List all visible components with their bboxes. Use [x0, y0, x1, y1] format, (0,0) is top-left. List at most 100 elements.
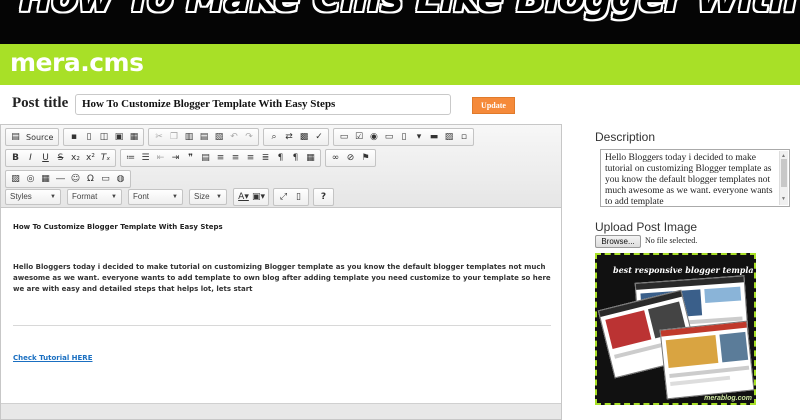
scroll-thumb[interactable] — [781, 159, 787, 187]
replace-icon[interactable]: ⇄ — [282, 131, 295, 144]
link-icon[interactable]: ∞ — [329, 152, 342, 165]
anchor-icon[interactable]: ⚑ — [359, 152, 372, 165]
remove-format-icon[interactable]: Tₓ — [99, 152, 112, 165]
div-icon[interactable]: ▤ — [199, 152, 212, 165]
chevron-down-icon: ▼ — [216, 194, 222, 200]
superscript-icon[interactable]: x² — [84, 152, 97, 165]
spellcheck-icon[interactable]: ✓ — [312, 131, 325, 144]
preview-shot-block — [665, 334, 719, 369]
button-field-icon[interactable]: ▬ — [427, 131, 440, 144]
paragraph-group: ≔ ☰ ⇤ ⇥ ❞ ▤ ≡ ≡ ≡ ≣ ¶ ¶ ▦ — [120, 149, 321, 167]
cut-icon[interactable]: ✂ — [152, 131, 165, 144]
form-icon[interactable]: ▭ — [337, 131, 350, 144]
align-right-icon[interactable]: ≡ — [244, 152, 257, 165]
preview-icon[interactable]: ◫ — [97, 131, 110, 144]
toolbar-row-3: ▨ ◎ ▦ ― ☺ Ω ▭ ◍ — [5, 170, 135, 188]
help-button[interactable]: ? — [317, 191, 330, 204]
source-icon: ▤ — [11, 131, 20, 142]
font-dropdown[interactable]: Font ▼ — [128, 189, 183, 205]
post-title-input[interactable]: How To Customize Blogger Template With E… — [75, 94, 451, 115]
numbered-list-icon[interactable]: ≔ — [124, 152, 137, 165]
outdent-icon[interactable]: ⇤ — [154, 152, 167, 165]
editor-toolbar: ▤ Source ▪ ▯ ◫ ▣ ▦ ✂ ❐ ▥ ▤ ▧ ↶ ↷ ⌕ ⇄ ▩ ✓… — [1, 125, 561, 208]
image-button-icon[interactable]: ▨ — [442, 131, 455, 144]
table-icon[interactable]: ▦ — [39, 173, 52, 186]
top-banner: How To Make Cms Like Blogger With PHP PD… — [0, 0, 800, 44]
paste-text-icon[interactable]: ▤ — [197, 131, 210, 144]
radio-icon[interactable]: ◉ — [367, 131, 380, 144]
format-dropdown[interactable]: Format ▼ — [67, 189, 122, 205]
paste-word-icon[interactable]: ▧ — [212, 131, 225, 144]
editor-content[interactable]: How To Customize Blogger Template With E… — [1, 209, 561, 419]
post-title-label: Post title — [12, 95, 69, 111]
rich-text-editor: ▤ Source ▪ ▯ ◫ ▣ ▦ ✂ ❐ ▥ ▤ ▧ ↶ ↷ ⌕ ⇄ ▩ ✓… — [0, 124, 562, 420]
special-char-icon[interactable]: Ω — [84, 173, 97, 186]
smiley-icon[interactable]: ☺ — [69, 173, 82, 186]
align-left-icon[interactable]: ≡ — [214, 152, 227, 165]
italic-icon[interactable]: I — [24, 152, 37, 165]
find-group: ⌕ ⇄ ▩ ✓ — [263, 128, 330, 146]
redo-icon[interactable]: ↷ — [242, 131, 255, 144]
content-divider — [13, 325, 551, 326]
colors-group: A▾ ▣▾ — [233, 188, 269, 206]
paste-icon[interactable]: ▥ — [182, 131, 195, 144]
scroll-down-icon[interactable]: ▼ — [781, 194, 786, 205]
indent-icon[interactable]: ⇥ — [169, 152, 182, 165]
language-icon[interactable]: ▦ — [304, 152, 317, 165]
source-button[interactable]: Source — [24, 131, 55, 144]
new-page-icon[interactable]: ▯ — [82, 131, 95, 144]
checkbox-icon[interactable]: ☑ — [352, 131, 365, 144]
align-justify-icon[interactable]: ≣ — [259, 152, 272, 165]
blockquote-icon[interactable]: ❞ — [184, 152, 197, 165]
text-color-icon[interactable]: A▾ — [237, 191, 250, 204]
links-group: ∞ ⊘ ⚑ — [325, 149, 376, 167]
preview-shot-block — [605, 310, 652, 350]
templates-icon[interactable]: ▦ — [127, 131, 140, 144]
underline-icon[interactable]: U — [39, 152, 52, 165]
copy-icon[interactable]: ❐ — [167, 131, 180, 144]
styles-dropdown[interactable]: Styles ▼ — [5, 189, 61, 205]
upload-label: Upload Post Image — [595, 220, 698, 234]
description-scrollbar[interactable]: ▲ ▼ — [779, 151, 788, 205]
browse-button[interactable]: Browse... — [595, 235, 641, 248]
select-field-icon[interactable]: ▾ — [412, 131, 425, 144]
show-blocks-icon[interactable]: ▯ — [292, 191, 305, 204]
unlink-icon[interactable]: ⊘ — [344, 152, 357, 165]
preview-shot-block — [704, 286, 742, 304]
bullet-list-icon[interactable]: ☰ — [139, 152, 152, 165]
image-icon[interactable]: ▨ — [9, 173, 22, 186]
hidden-field-icon[interactable]: ▫ — [457, 131, 470, 144]
brand-logo[interactable]: mera.cms — [10, 48, 144, 77]
ltr-icon[interactable]: ¶ — [274, 152, 287, 165]
find-icon[interactable]: ⌕ — [267, 131, 280, 144]
tools-group: ⤢ ▯ — [273, 188, 309, 206]
iframe-icon[interactable]: ◍ — [114, 173, 127, 186]
align-center-icon[interactable]: ≡ — [229, 152, 242, 165]
print-icon[interactable]: ▣ — [112, 131, 125, 144]
bold-icon[interactable]: B — [9, 152, 22, 165]
page-break-icon[interactable]: ▭ — [99, 173, 112, 186]
update-button[interactable]: Update — [472, 97, 515, 114]
flash-icon[interactable]: ◎ — [24, 173, 37, 186]
subscript-icon[interactable]: x₂ — [69, 152, 82, 165]
select-all-icon[interactable]: ▩ — [297, 131, 310, 144]
maximize-icon[interactable]: ⤢ — [277, 191, 290, 204]
textfield-icon[interactable]: ▭ — [382, 131, 395, 144]
tutorial-link[interactable]: Check Tutorial HERE — [13, 354, 92, 362]
horizontal-rule-icon[interactable]: ― — [54, 173, 67, 186]
textarea-icon[interactable]: ▯ — [397, 131, 410, 144]
size-dropdown[interactable]: Size ▼ — [189, 189, 227, 205]
undo-icon[interactable]: ↶ — [227, 131, 240, 144]
save-icon[interactable]: ▪ — [67, 131, 80, 144]
clipboard-group: ✂ ❐ ▥ ▤ ▧ ↶ ↷ — [148, 128, 260, 146]
toolbar-row-1: ▤ Source ▪ ▯ ◫ ▣ ▦ ✂ ❐ ▥ ▤ ▧ ↶ ↷ ⌕ ⇄ ▩ ✓… — [5, 128, 478, 146]
strike-icon[interactable]: S — [54, 152, 67, 165]
description-textarea[interactable]: Hello Bloggers today i decided to make t… — [600, 149, 790, 207]
rtl-icon[interactable]: ¶ — [289, 152, 302, 165]
bg-color-icon[interactable]: ▣▾ — [252, 191, 265, 204]
chevron-down-icon: ▼ — [111, 194, 117, 200]
toolbar-row-2: B I U S x₂ x² Tₓ ≔ ☰ ⇤ ⇥ ❞ ▤ ≡ ≡ ≡ ≣ ¶ ¶ — [5, 149, 380, 167]
size-dropdown-label: Size — [194, 192, 210, 201]
description-text: Hello Bloggers today i decided to make t… — [605, 153, 773, 207]
brand-bar: mera.cms — [0, 44, 800, 85]
